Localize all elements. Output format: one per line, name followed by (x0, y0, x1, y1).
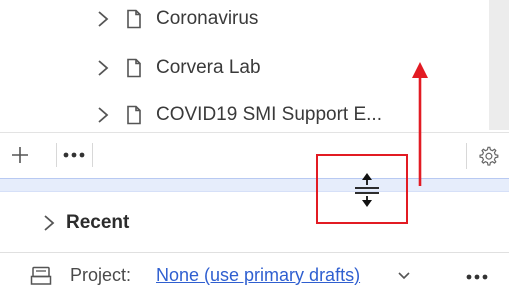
tree-item-label: Corvera Lab (156, 57, 261, 78)
tree-item-covid19-smi[interactable]: COVID19 SMI Support E... (96, 100, 382, 130)
recent-label: Recent (66, 212, 130, 233)
add-button[interactable] (8, 143, 32, 167)
gear-icon (479, 146, 499, 166)
plus-icon (12, 147, 28, 163)
tree-item-corvera-lab[interactable]: Corvera Lab (96, 53, 261, 83)
toolbar-separator (92, 143, 95, 167)
tree-scrollbar[interactable] (489, 0, 509, 130)
recent-section-header[interactable]: Recent (42, 208, 129, 238)
project-bar: Project: None (use primary drafts) (0, 252, 509, 304)
tree-item-label: Coronavirus (156, 8, 259, 29)
tree-item-label: COVID19 SMI Support E... (156, 104, 382, 125)
settings-button[interactable] (466, 143, 503, 169)
chevron-right-icon[interactable] (42, 213, 56, 233)
project-icon (30, 266, 52, 285)
project-more-button[interactable] (463, 267, 491, 287)
document-icon (127, 58, 141, 78)
row-resize-cursor-icon (355, 173, 379, 207)
more-horizontal-icon (63, 152, 85, 158)
project-label: Project: (70, 265, 132, 285)
chevron-right-icon[interactable] (96, 58, 110, 78)
more-options-button[interactable] (56, 143, 91, 167)
chevron-right-icon[interactable] (96, 9, 110, 29)
tree-item-coronavirus[interactable]: Coronavirus (96, 4, 258, 34)
chevron-down-icon[interactable] (397, 271, 411, 281)
more-horizontal-icon (466, 274, 488, 280)
document-icon (127, 9, 141, 29)
document-icon (127, 105, 141, 125)
project-value-link[interactable]: None (use primary drafts) (156, 265, 360, 286)
chevron-right-icon[interactable] (96, 105, 110, 125)
